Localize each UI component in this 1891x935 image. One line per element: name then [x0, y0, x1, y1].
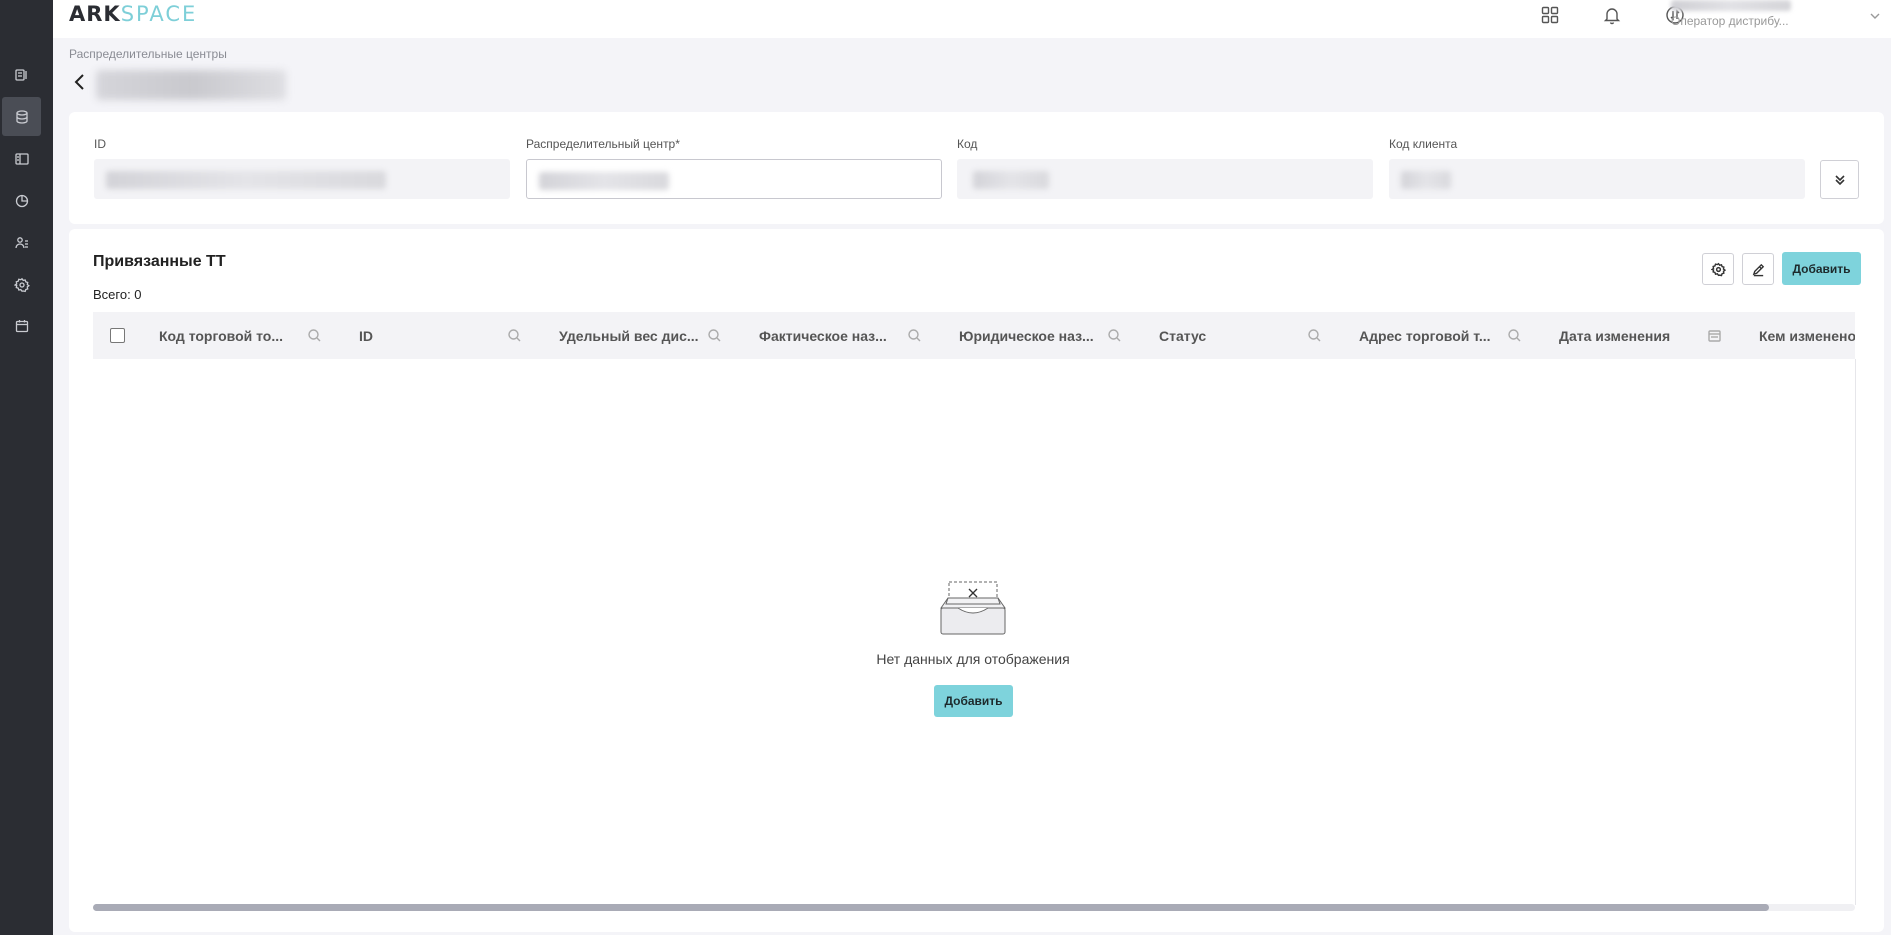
- chart-pie-icon: [15, 194, 28, 207]
- id-field: [94, 159, 510, 199]
- client-code-field: [1389, 159, 1805, 199]
- client-code-label: Код клиента: [1389, 137, 1458, 151]
- settings-icon: [13, 277, 30, 292]
- apps-grid-icon: [1541, 6, 1559, 24]
- reports-icon: [14, 68, 27, 81]
- dc-value-redacted: [539, 172, 669, 190]
- table-settings-button[interactable]: [1702, 253, 1734, 285]
- arrow-left-icon: [74, 74, 84, 90]
- sidebar-item-database[interactable]: [2, 97, 41, 136]
- column-actual-name[interactable]: Фактическое наз...: [759, 312, 887, 359]
- dc-label: Распределительный центр*: [526, 137, 680, 151]
- sidebar: [0, 0, 53, 935]
- sidebar-item-layout[interactable]: [2, 139, 41, 178]
- client-code-value-redacted: [1401, 171, 1451, 189]
- table-body-edge: [1855, 359, 1856, 905]
- chevron-down-icon: [1870, 13, 1880, 19]
- layout-icon: [14, 152, 29, 165]
- expand-form-button[interactable]: [1820, 160, 1859, 199]
- select-all-checkbox[interactable]: [110, 328, 125, 343]
- gear-icon: [1710, 262, 1726, 276]
- user-role: Оператор дистрибу...: [1671, 14, 1789, 28]
- column-outlet-code[interactable]: Код торговой то...: [159, 312, 283, 359]
- back-button[interactable]: [72, 72, 90, 94]
- id-label: ID: [94, 137, 106, 151]
- bell-icon: [1603, 8, 1621, 25]
- empty-state-message: Нет данных для отображения: [876, 651, 1070, 667]
- column-modified-by[interactable]: Кем изменено: [1759, 312, 1855, 359]
- users-icon: [14, 236, 28, 248]
- apps-grid-button[interactable]: [1537, 2, 1563, 28]
- section-title: Привязанные ТТ: [93, 253, 226, 270]
- calendar-icon[interactable]: [1707, 328, 1722, 343]
- search-icon[interactable]: [1307, 328, 1322, 343]
- calendar-icon: [15, 319, 28, 332]
- edit-button[interactable]: [1742, 253, 1774, 285]
- id-value-redacted: [106, 171, 386, 189]
- column-status[interactable]: Статус: [1159, 312, 1206, 359]
- search-icon[interactable]: [907, 328, 922, 343]
- code-label: Код: [957, 137, 978, 151]
- column-modified-date[interactable]: Дата изменения: [1559, 312, 1670, 359]
- horizontal-scrollbar-thumb[interactable]: [93, 904, 1769, 911]
- dc-input[interactable]: [526, 159, 942, 199]
- sidebar-item-reports[interactable]: [2, 55, 41, 94]
- table-header: Код торговой то... ID Удельный вес дис..…: [93, 312, 1855, 359]
- app-logo[interactable]: ARKSPACE: [69, 2, 197, 26]
- sidebar-item-calendar[interactable]: [2, 306, 41, 345]
- column-legal-name[interactable]: Юридическое наз...: [959, 312, 1094, 359]
- column-outlet-address[interactable]: Адрес торговой т...: [1359, 312, 1491, 359]
- search-icon[interactable]: [1107, 328, 1122, 343]
- notifications-button[interactable]: [1599, 2, 1625, 28]
- user-name-redacted: [1671, 0, 1791, 11]
- search-icon[interactable]: [707, 328, 722, 343]
- code-value-redacted: [973, 171, 1049, 189]
- empty-box-icon: [940, 581, 1006, 635]
- search-icon[interactable]: [507, 328, 522, 343]
- code-field: [957, 159, 1373, 199]
- sidebar-item-users[interactable]: [2, 223, 41, 262]
- search-icon[interactable]: [307, 328, 322, 343]
- total-count: Всего: 0: [93, 287, 142, 302]
- column-dist-weight[interactable]: Удельный вес дис...: [559, 312, 699, 359]
- chevrons-down-icon: [1834, 174, 1845, 185]
- sidebar-item-analytics[interactable]: [2, 181, 41, 220]
- breadcrumb[interactable]: Распределительные центры: [69, 47, 227, 61]
- column-id[interactable]: ID: [359, 312, 373, 359]
- empty-add-button[interactable]: Добавить: [934, 685, 1013, 717]
- top-bar: ARKSPACE: [53, 0, 1891, 38]
- user-menu-chevron[interactable]: [1868, 8, 1882, 22]
- page-title-redacted: [96, 70, 286, 100]
- sidebar-item-settings[interactable]: [2, 265, 41, 304]
- search-icon[interactable]: [1507, 328, 1522, 343]
- pencil-icon: [1752, 263, 1764, 276]
- add-button[interactable]: Добавить: [1782, 252, 1861, 285]
- user-menu[interactable]: Оператор дистрибу...: [1671, 0, 1831, 38]
- database-icon: [15, 109, 28, 124]
